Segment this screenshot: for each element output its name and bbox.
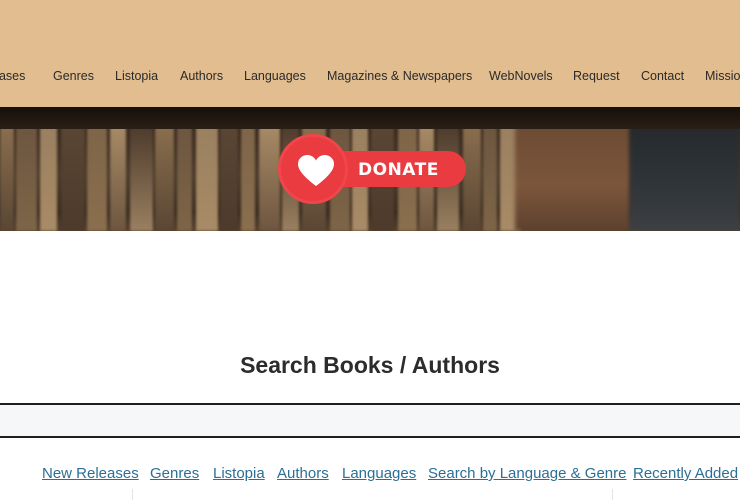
book-spine (177, 125, 192, 231)
link-authors[interactable]: Authors (277, 465, 329, 482)
nav-item-genres[interactable]: Genres (53, 69, 94, 83)
link-listopia[interactable]: Listopia (213, 465, 265, 482)
link-recently-added[interactable]: Recently Added (633, 465, 738, 482)
banner-shelf-block (515, 117, 630, 231)
book-spine (61, 125, 85, 231)
search-input[interactable] (0, 403, 740, 438)
book-spine (259, 125, 280, 231)
nav-item-magazines-newspapers[interactable]: Magazines & Newspapers (327, 69, 472, 83)
book-spine (110, 125, 126, 231)
nav-item-authors[interactable]: Authors (180, 69, 223, 83)
donate-label: DONATE (358, 160, 439, 180)
nav-item-mission[interactable]: Missio (705, 69, 740, 83)
donate-button[interactable]: DONATE (278, 134, 466, 204)
book-spine (40, 125, 57, 231)
heart-icon-badge (278, 134, 348, 204)
nav-item-listopia[interactable]: Listopia (115, 69, 158, 83)
book-spine (16, 125, 37, 231)
book-spine (196, 125, 218, 231)
book-spine (241, 125, 255, 231)
book-spine (130, 125, 153, 231)
link-search-by-language-genre[interactable]: Search by Language & Genre (428, 465, 626, 482)
link-genres[interactable]: Genres (150, 465, 199, 482)
book-spine (155, 125, 174, 231)
banner-shelf-edge (0, 107, 740, 129)
book-spine (0, 125, 14, 231)
book-spine (87, 125, 107, 231)
link-dividers (0, 489, 740, 500)
heart-icon (298, 155, 334, 186)
link-languages[interactable]: Languages (342, 465, 416, 482)
nav-item-request[interactable]: Request (573, 69, 620, 83)
nav-item-contact[interactable]: Contact (641, 69, 684, 83)
top-nav-bar: eases Genres Listopia Authors Languages … (0, 0, 740, 107)
nav-item-languages[interactable]: Languages (244, 69, 306, 83)
book-spine (483, 125, 497, 231)
search-title: Search Books / Authors (240, 352, 500, 378)
book-spine (220, 125, 238, 231)
nav-item-webnovels[interactable]: WebNovels (489, 69, 553, 83)
quick-links: New Releases Genres Listopia Authors Lan… (0, 465, 740, 487)
nav-item-new-releases[interactable]: eases (0, 69, 25, 83)
link-new-releases[interactable]: New Releases (42, 465, 139, 482)
